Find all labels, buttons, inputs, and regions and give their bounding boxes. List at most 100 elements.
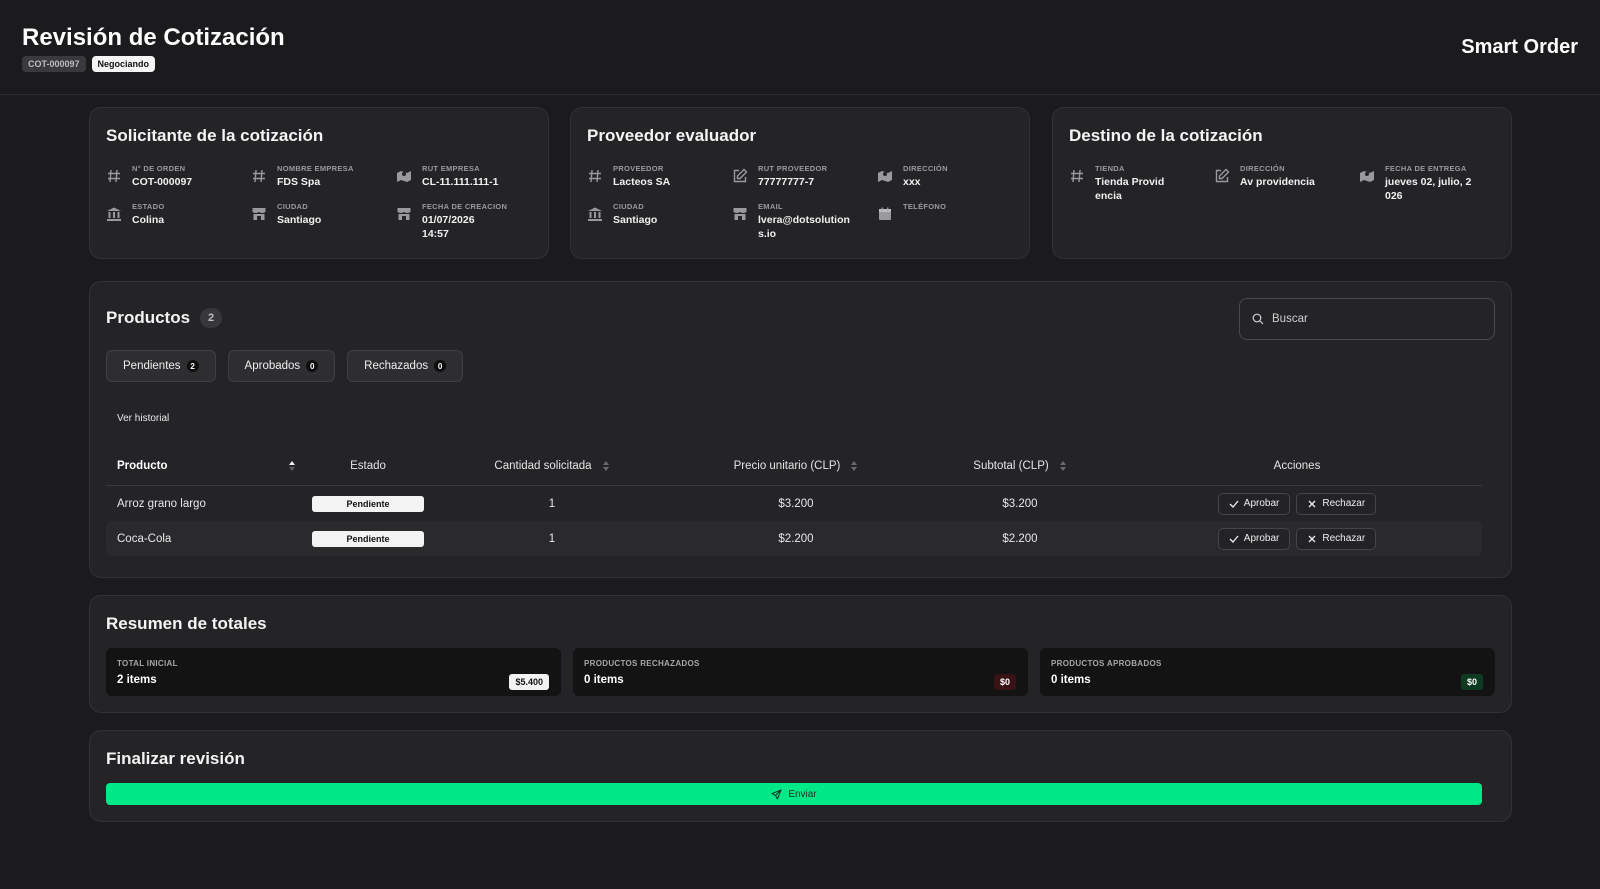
store-icon xyxy=(396,206,412,222)
cell-producto: Coca-Cola xyxy=(117,532,172,545)
tab-count-badge: 0 xyxy=(306,360,319,372)
info-state: ESTADO Colina xyxy=(106,202,251,241)
info-destination-address: DIRECCIÓN Av providencia xyxy=(1214,164,1359,203)
approve-button[interactable]: Aprobar xyxy=(1217,527,1291,550)
proveedor-info-grid: PROVEEDOR Lacteos SA RUT PROVEEDOR 7777777… xyxy=(587,164,1015,241)
info-store: TIENDA Tienda Providencia xyxy=(1069,164,1214,203)
column-estado: Estado xyxy=(350,459,386,472)
check-icon xyxy=(1229,500,1239,508)
info-created-date: FECHA DE CREACION 01/07/2026 14:57 xyxy=(396,202,534,241)
cell-cantidad: 1 xyxy=(548,532,556,545)
cell-precio: $3.200 xyxy=(778,497,814,510)
store-icon xyxy=(251,206,267,222)
table-row: Coca-Cola Pendiente 1 $2.200 $2.200 Apro… xyxy=(106,521,1482,556)
bank-icon xyxy=(106,206,122,222)
check-icon xyxy=(1229,535,1239,543)
info-provider-rut: RUT PROVEEDOR 77777777-7 xyxy=(732,164,877,190)
map-icon xyxy=(1359,168,1375,184)
calendar-icon xyxy=(877,206,893,222)
info-company-name: NOMBRE EMPRESA FDS Spa xyxy=(251,164,396,190)
cell-precio: $2.200 xyxy=(778,532,814,545)
tab-pendientes[interactable]: Pendientes 2 xyxy=(106,350,216,382)
info-order-number: N° DE ORDEN COT-000097 xyxy=(106,164,251,190)
totals-title: Resumen de totales xyxy=(106,614,267,633)
pending-status-pill: Pendiente xyxy=(312,495,424,512)
cell-subtotal: $2.200 xyxy=(1002,532,1038,545)
page-header: Revisión de Cotización COT-000097 Negoci… xyxy=(0,0,1600,95)
table-header: Producto Estado Cantidad solicitada Prec… xyxy=(106,446,1482,486)
info-provider-address: DIRECCIÓN xxx xyxy=(877,164,1015,190)
sort-icon xyxy=(602,460,609,471)
destino-info-grid: TIENDA Tienda Providencia DIRECCIÓN Av pro… xyxy=(1069,164,1497,203)
total-approved-box: PRODUCTOS APROBADOS 0 items $0 xyxy=(1040,648,1495,696)
cell-estado: Pendiente xyxy=(296,530,440,547)
total-rejected-box: PRODUCTOS RECHAZADOS 0 items $0 xyxy=(573,648,1028,696)
search-input[interactable] xyxy=(1272,313,1472,325)
sort-icon xyxy=(1059,460,1066,471)
close-icon xyxy=(1308,535,1316,542)
tab-count-badge: 0 xyxy=(434,360,447,372)
column-cantidad[interactable]: Cantidad solicitada xyxy=(440,460,664,472)
products-count-badge: 2 xyxy=(200,308,223,328)
quote-code-badge: COT-000097 xyxy=(22,56,86,72)
destino-title: Destino de la cotización xyxy=(1069,126,1263,145)
edit-icon xyxy=(1214,168,1230,184)
hash-icon xyxy=(1069,168,1085,184)
column-subtotal[interactable]: Subtotal (CLP) xyxy=(928,460,1112,472)
view-history-link[interactable]: Ver historial xyxy=(117,413,169,424)
totals-card: Resumen de totales TOTAL INICIAL 2 items… xyxy=(89,595,1512,713)
column-producto[interactable]: Producto xyxy=(106,460,296,472)
info-city: CIUDAD Santiago xyxy=(251,202,396,241)
info-company-rut: RUT EMPRESA CL-11.111.111-1 xyxy=(396,164,534,190)
edit-icon xyxy=(732,168,748,184)
products-card: Productos 2 Pendientes 2 Aprobados 0 Rec… xyxy=(89,281,1512,578)
info-provider-email: EMAIL lvera@dotsolutions.io xyxy=(732,202,877,241)
products-title: Productos xyxy=(106,308,191,327)
page-title: Revisión de Cotización xyxy=(22,24,285,51)
total-initial-box: TOTAL INICIAL 2 items $5.400 xyxy=(106,648,561,696)
tab-aprobados[interactable]: Aprobados 0 xyxy=(227,350,336,382)
total-approved-amount: $0 xyxy=(1460,674,1483,690)
store-icon xyxy=(732,206,748,222)
status-tabs: Pendientes 2 Aprobados 0 Rechazados 0 xyxy=(106,350,464,382)
products-table: Producto Estado Cantidad solicitada Prec… xyxy=(106,446,1482,556)
cell-acciones: Aprobar Rechazar xyxy=(1112,492,1482,515)
info-provider: PROVEEDOR Lacteos SA xyxy=(587,164,732,190)
info-provider-city: CIUDAD Santiago xyxy=(587,202,732,241)
send-button[interactable]: Enviar xyxy=(106,783,1482,805)
status-badge: Negociando xyxy=(91,56,156,72)
brand-logo: Smart Order xyxy=(1461,36,1578,58)
solicitante-info-grid: N° DE ORDEN COT-000097 NOMBRE EMPRESA FDS … xyxy=(106,164,534,241)
cell-acciones: Aprobar Rechazar xyxy=(1112,527,1482,550)
total-rejected-amount: $0 xyxy=(993,674,1016,690)
table-row: Arroz grano largo Pendiente 1 $3.200 $3.… xyxy=(106,486,1482,521)
cell-cantidad: 1 xyxy=(548,497,556,510)
approve-button[interactable]: Aprobar xyxy=(1217,492,1291,515)
send-icon xyxy=(771,788,782,800)
hash-icon xyxy=(587,168,603,184)
tab-count-badge: 2 xyxy=(186,360,199,372)
close-icon xyxy=(1308,500,1316,507)
solicitante-title: Solicitante de la cotización xyxy=(106,126,324,145)
sort-asc-icon xyxy=(289,460,295,471)
finalize-title: Finalizar revisión xyxy=(106,749,245,768)
total-initial-amount: $5.400 xyxy=(509,674,549,690)
reject-button[interactable]: Rechazar xyxy=(1296,527,1377,550)
cell-estado: Pendiente xyxy=(296,495,440,512)
hash-icon xyxy=(106,168,122,184)
reject-button[interactable]: Rechazar xyxy=(1296,492,1377,515)
cell-subtotal: $3.200 xyxy=(1002,497,1038,510)
products-heading: Productos 2 xyxy=(106,308,223,328)
finalize-card: Finalizar revisión Enviar xyxy=(89,730,1512,822)
pending-status-pill: Pendiente xyxy=(312,530,424,547)
search-box[interactable] xyxy=(1239,298,1495,340)
tab-rechazados[interactable]: Rechazados 0 xyxy=(347,350,464,382)
proveedor-title: Proveedor evaluador xyxy=(587,126,757,145)
destino-card: Destino de la cotización TIENDA Tienda Pr… xyxy=(1052,107,1512,259)
solicitante-card: Solicitante de la cotización N° DE ORDEN… xyxy=(89,107,549,259)
info-provider-phone: TELÉFONO xyxy=(877,202,1015,241)
map-icon xyxy=(877,168,893,184)
search-icon xyxy=(1252,313,1264,325)
sort-icon xyxy=(851,460,858,471)
column-precio[interactable]: Precio unitario (CLP) xyxy=(664,460,928,472)
